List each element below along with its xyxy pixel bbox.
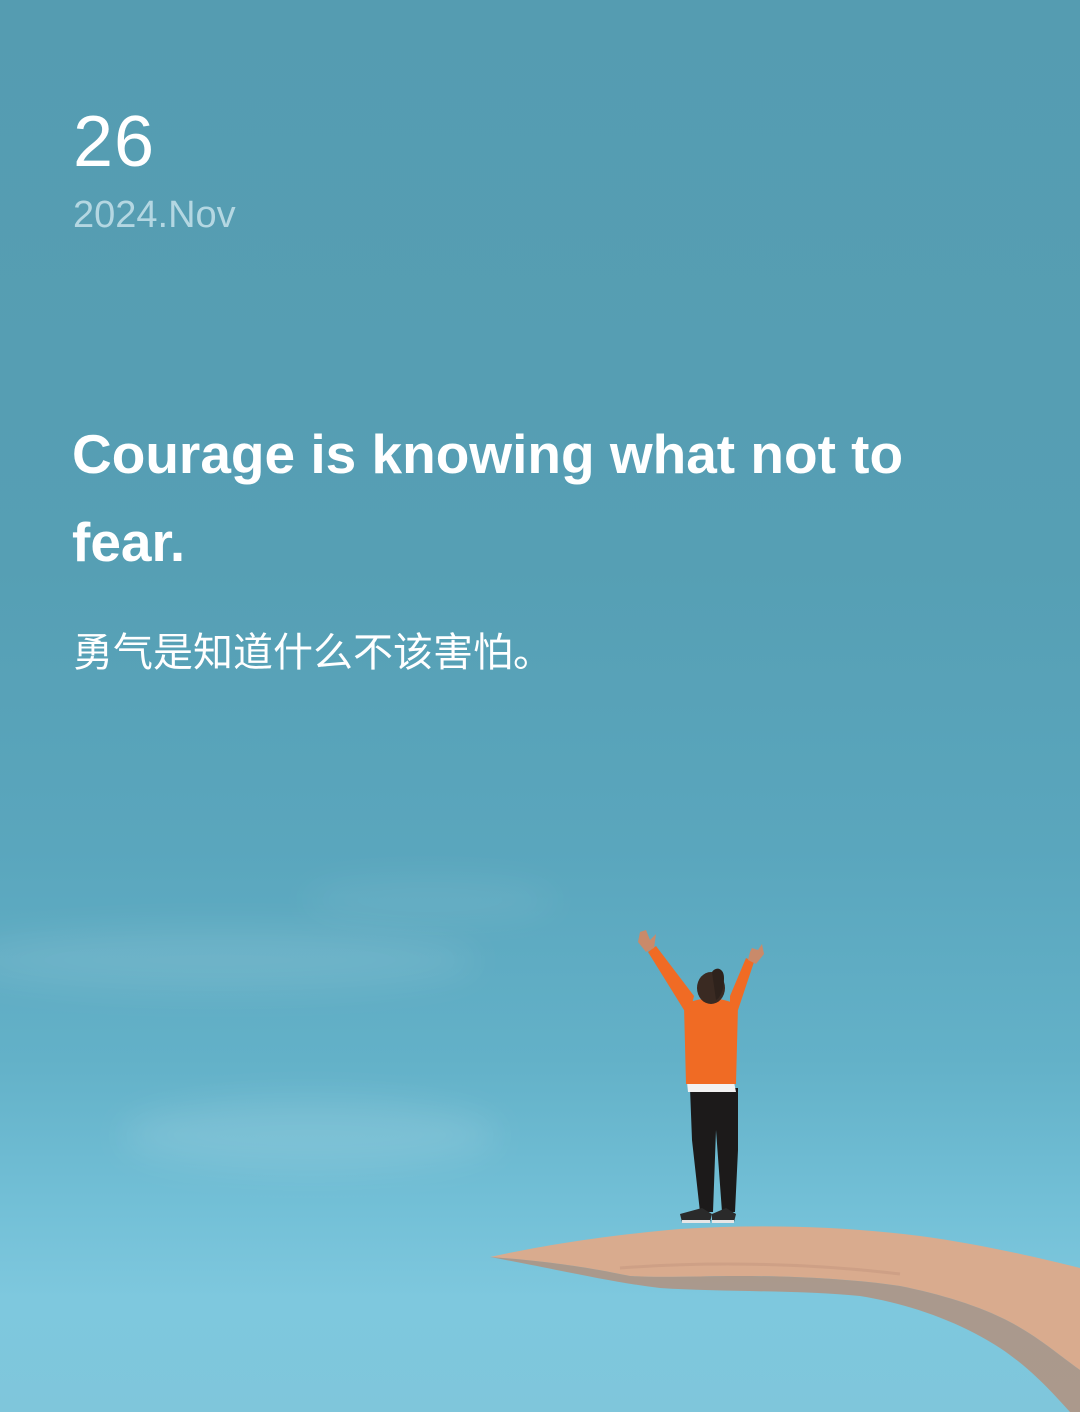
person-figure: [638, 930, 764, 1223]
rock-ledge: [490, 1226, 1080, 1412]
quote-card: 26 2024.Nov Courage is knowing what not …: [0, 0, 1080, 1412]
background-photo: [490, 930, 1080, 1412]
